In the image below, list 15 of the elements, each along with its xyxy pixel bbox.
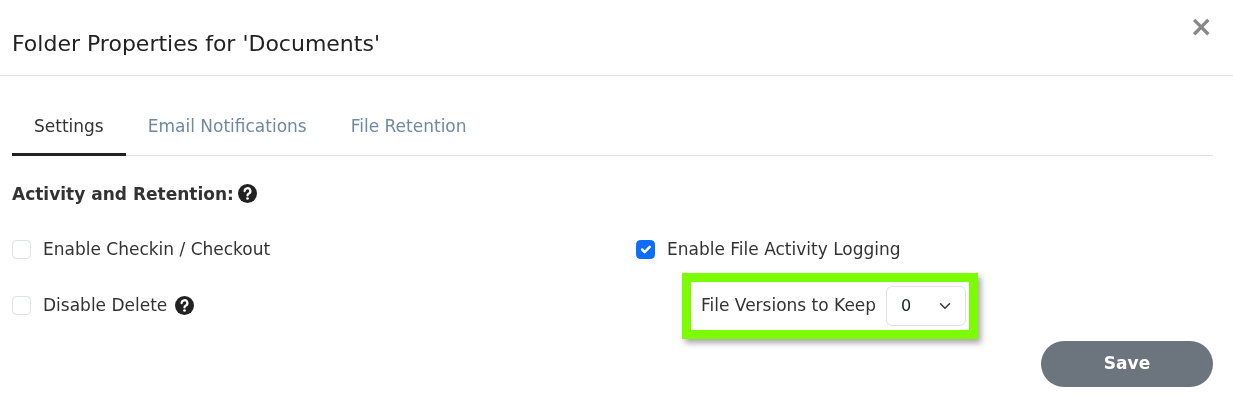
help-icon[interactable] [175,295,195,315]
field-label: File Versions to Keep [701,293,877,317]
tab[interactable]: Settings [12,102,126,156]
save-button[interactable]: Save [1041,340,1213,387]
close-button[interactable]: × [1185,12,1217,41]
section-heading: Activity and Retention: [12,183,234,204]
checkbox-label[interactable]: Enable File Activity Logging [667,237,901,263]
versions-dropdown[interactable]: 0 [886,285,967,326]
checkbox[interactable] [636,240,655,260]
checkbox-label[interactable]: Disable Delete [43,292,168,318]
tab[interactable]: File Retention [328,102,489,156]
help-icon[interactable] [237,183,257,203]
tab[interactable]: Email Notifications [125,102,329,156]
checkbox-label[interactable]: Enable Checkin / Checkout [43,237,271,263]
dialog-title: Folder Properties for 'Documents' [12,31,380,58]
